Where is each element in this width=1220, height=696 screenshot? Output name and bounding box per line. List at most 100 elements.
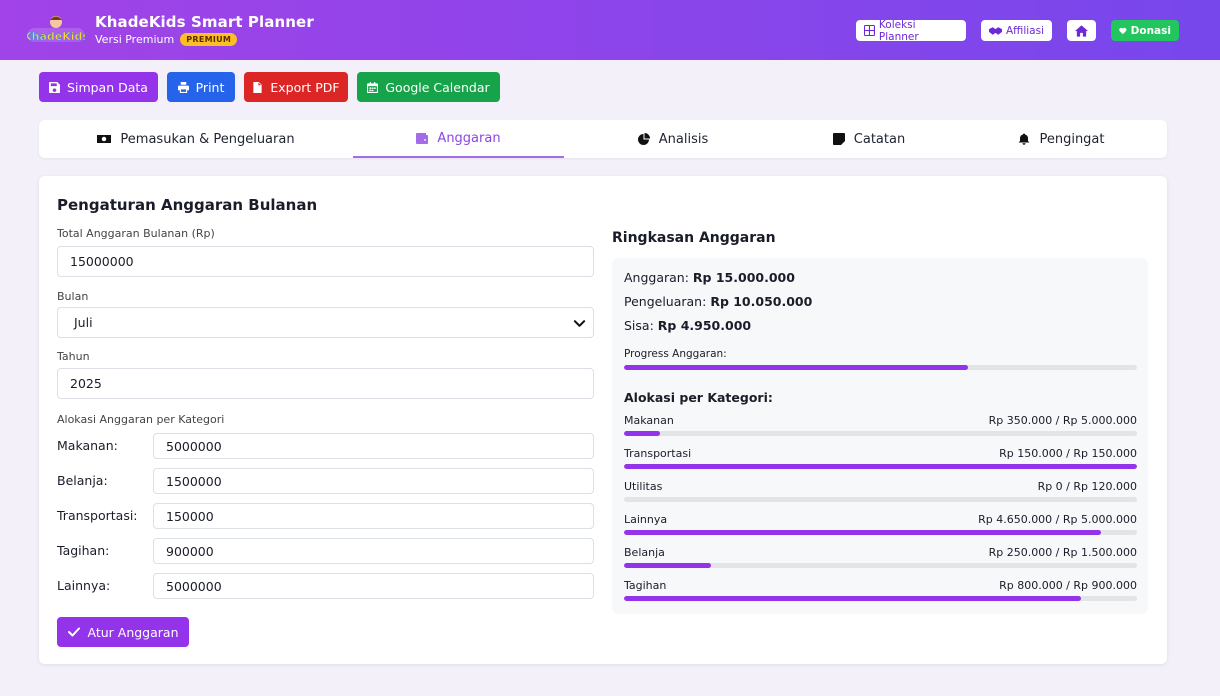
budget-progress-bar — [624, 365, 1137, 370]
allocation-bar-utilitas — [624, 497, 1137, 502]
summary-remaining-label: Sisa: — [624, 318, 654, 333]
bell-icon — [1018, 133, 1030, 145]
category-label-lainnya: Lainnya: — [57, 578, 111, 593]
allocation-bar-lainnya — [624, 530, 1137, 535]
simpan-data-button[interactable]: Simpan Data — [39, 72, 158, 102]
pie-chart-icon — [637, 133, 650, 145]
save-icon — [49, 81, 61, 93]
year-label: Tahun — [57, 350, 90, 363]
tab-anggaran[interactable]: Anggaran — [353, 120, 564, 158]
allocation-fill — [624, 563, 712, 568]
donasi-button[interactable]: Donasi — [1111, 20, 1179, 41]
money-icon — [97, 135, 112, 143]
month-select[interactable]: Juli — [57, 307, 594, 338]
summary-spent-label: Pengeluaran: — [624, 294, 707, 309]
summary-budget: Anggaran: Rp 15.000.000 — [624, 270, 795, 285]
chevron-down-icon — [573, 320, 586, 327]
tab-catatan[interactable]: Catatan — [782, 120, 956, 158]
category-input-tagihan[interactable]: 900000 — [153, 538, 594, 564]
allocation-name: Utilitas — [624, 480, 663, 493]
tab-label: Pemasukan & Pengeluaran — [120, 131, 295, 147]
summary-spent-value: Rp 10.050.000 — [710, 294, 813, 309]
budget-card: Pengaturan Anggaran Bulanan Total Anggar… — [39, 176, 1167, 664]
tab-label: Pengingat — [1039, 131, 1105, 147]
category-input-lainnya[interactable]: 5000000 — [153, 573, 594, 599]
heart-icon — [1119, 27, 1127, 34]
total-budget-label: Total Anggaran Bulanan (Rp) — [57, 227, 215, 240]
allocation-title: Alokasi per Kategori: — [624, 390, 773, 405]
summary-spent: Pengeluaran: Rp 10.050.000 — [624, 294, 812, 309]
print-button[interactable]: Print — [167, 72, 235, 102]
allocation-bar-transportasi — [624, 464, 1137, 469]
month-value: Juli — [74, 315, 93, 330]
check-icon — [67, 627, 80, 637]
allocation-fill — [624, 596, 1081, 601]
donasi-label: Donasi — [1130, 24, 1171, 37]
atur-anggaran-label: Atur Anggaran — [87, 624, 179, 640]
year-input[interactable]: 2025 — [57, 368, 594, 399]
budget-progress-label: Progress Anggaran: — [624, 348, 727, 360]
affiliasi-label: Affiliasi — [1006, 24, 1044, 37]
budget-progress-fill — [624, 365, 968, 370]
tab-pengingat[interactable]: Pengingat — [956, 120, 1167, 158]
simpan-data-label: Simpan Data — [67, 79, 148, 95]
allocation-fill — [624, 464, 1137, 469]
koleksi-planner-label: Koleksi Planner — [878, 18, 919, 43]
pdf-file-icon — [253, 81, 262, 93]
premium-badge: PREMIUM — [180, 33, 238, 46]
category-input-makanan[interactable]: 5000000 — [153, 433, 594, 459]
category-label-makanan: Makanan: — [57, 438, 118, 453]
summary-remaining-value: Rp 4.950.000 — [657, 318, 752, 333]
affiliasi-button[interactable]: Affiliasi — [981, 20, 1052, 41]
allocation-bar-tagihan — [624, 596, 1137, 601]
home-icon — [1075, 24, 1088, 37]
calendar-icon — [367, 81, 379, 93]
category-input-belanja[interactable]: 1500000 — [153, 468, 594, 494]
google-calendar-label: Google Calendar — [385, 79, 490, 95]
allocation-value: Rp 150.000 / Rp 150.000 — [999, 447, 1137, 460]
allocation-fill — [624, 431, 660, 436]
allocation-name: Lainnya — [624, 513, 668, 526]
tab-pemasukan-pengeluaran[interactable]: Pemasukan & Pengeluaran — [39, 120, 353, 158]
month-label: Bulan — [57, 290, 89, 303]
export-pdf-label: Export PDF — [270, 79, 340, 95]
app-version: Versi Premium PREMIUM — [95, 33, 238, 46]
koleksi-planner-button[interactable]: Koleksi Planner — [856, 18, 966, 43]
summary-budget-value: Rp 15.000.000 — [692, 270, 795, 285]
allocation-value: Rp 250.000 / Rp 1.500.000 — [988, 546, 1137, 559]
tab-label: Analisis — [658, 131, 709, 147]
tab-bar: Pemasukan & Pengeluaran Anggaran Analisi… — [39, 120, 1167, 158]
budget-form-title: Pengaturan Anggaran Bulanan — [57, 196, 318, 214]
allocation-value: Rp 0 / Rp 120.000 — [1037, 480, 1137, 493]
allocation-value: Rp 4.650.000 / Rp 5.000.000 — [978, 513, 1137, 526]
app-header: KhadeKids KhadeKids Smart Planner Versi … — [0, 0, 1220, 60]
version-label: Versi Premium — [95, 33, 175, 46]
home-button[interactable] — [1067, 20, 1096, 41]
allocation-name: Belanja — [624, 546, 665, 559]
khadekids-logo[interactable]: KhadeKids — [27, 14, 85, 44]
category-allocation-label: Alokasi Anggaran per Kategori — [57, 413, 225, 426]
category-label-tagihan: Tagihan: — [57, 543, 110, 558]
allocation-name: Makanan — [624, 414, 674, 427]
summary-remaining: Sisa: Rp 4.950.000 — [624, 318, 751, 333]
svg-text:KhadeKids: KhadeKids — [27, 30, 85, 43]
total-budget-input[interactable]: 15000000 — [57, 246, 594, 277]
allocation-fill — [624, 530, 1102, 535]
tab-analisis[interactable]: Analisis — [564, 120, 782, 158]
category-label-transportasi: Transportasi: — [57, 508, 138, 523]
export-pdf-button[interactable]: Export PDF — [244, 72, 348, 102]
atur-anggaran-button[interactable]: Atur Anggaran — [57, 617, 189, 647]
allocation-name: Tagihan — [624, 579, 667, 592]
category-input-transportasi[interactable]: 150000 — [153, 503, 594, 529]
category-label-belanja: Belanja: — [57, 473, 108, 488]
allocation-bar-belanja — [624, 563, 1137, 568]
handshake-icon — [989, 26, 1002, 35]
summary-title: Ringkasan Anggaran — [612, 230, 776, 246]
allocation-bar-makanan — [624, 431, 1137, 436]
print-label: Print — [195, 79, 225, 95]
summary-panel: Anggaran: Rp 15.000.000 Pengeluaran: Rp … — [612, 258, 1148, 614]
summary-budget-label: Anggaran: — [624, 270, 689, 285]
allocation-name: Transportasi — [624, 447, 692, 460]
google-calendar-button[interactable]: Google Calendar — [357, 72, 500, 102]
tab-label: Anggaran — [437, 130, 501, 146]
